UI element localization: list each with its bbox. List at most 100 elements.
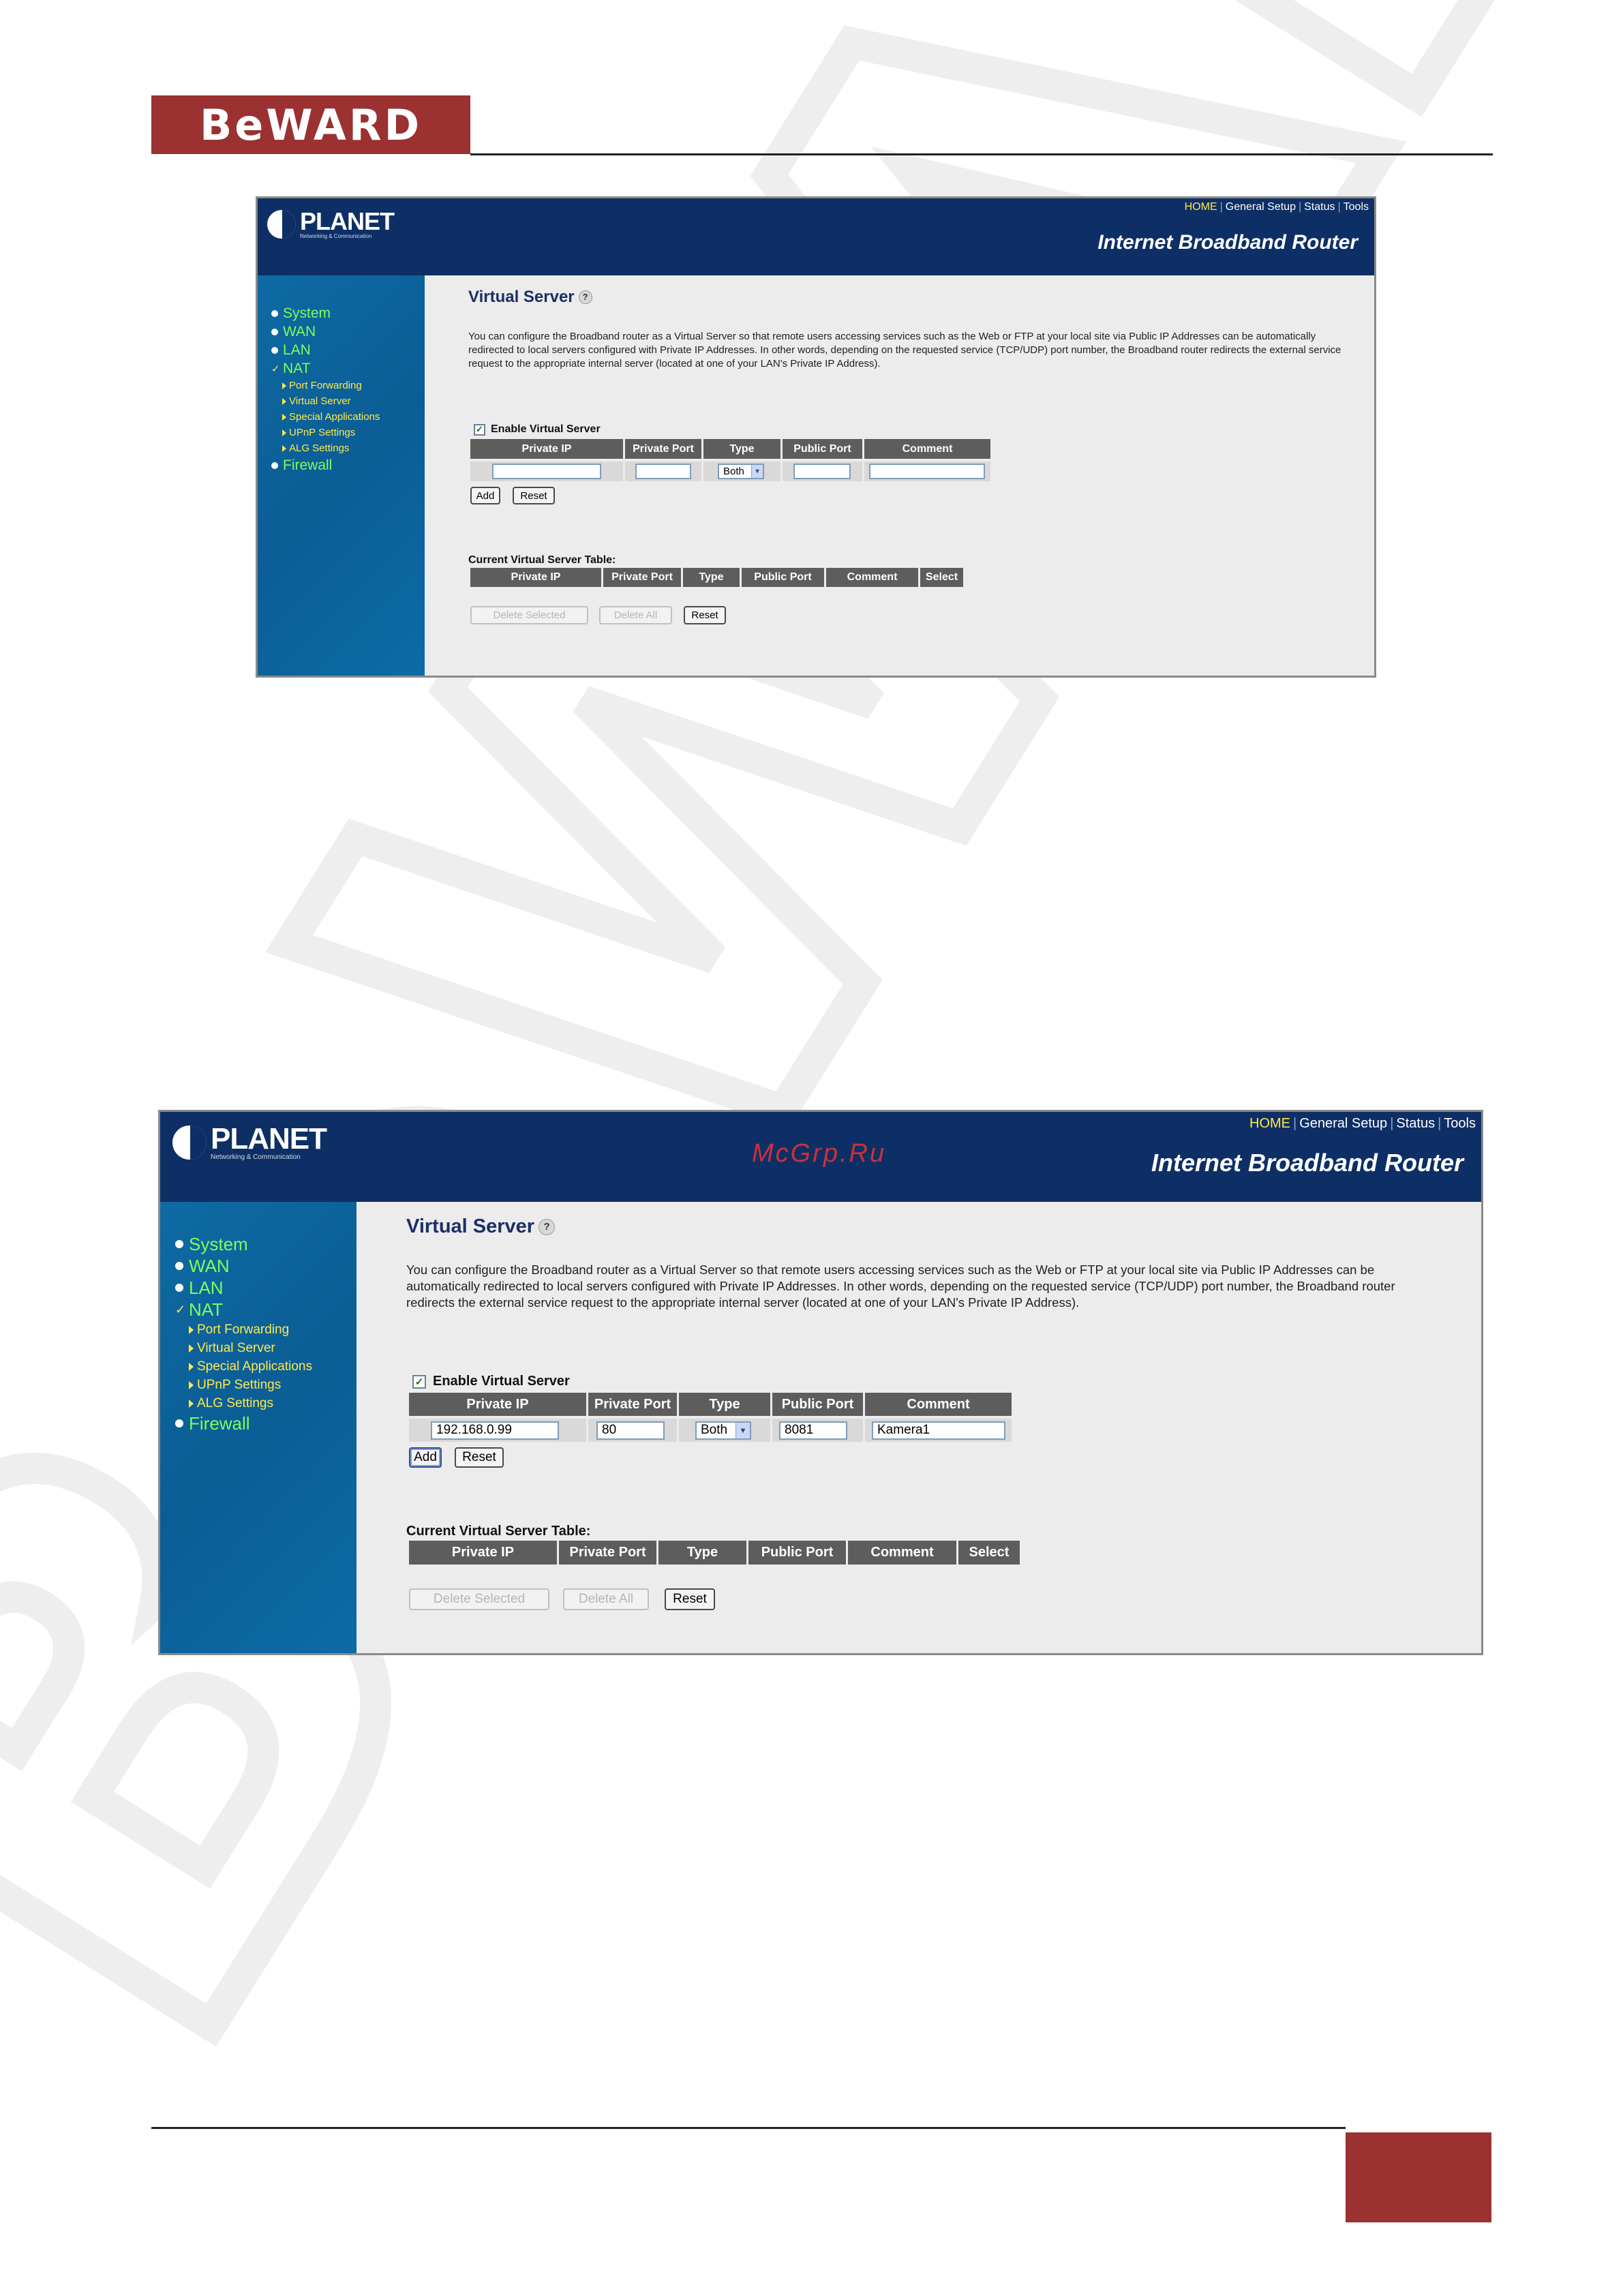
check-icon: ✓	[271, 363, 280, 375]
arrow-right-icon	[189, 1344, 194, 1353]
menu-item-special-applications-label: Special Applications	[197, 1359, 312, 1374]
delete-all-button[interactable]: Delete All	[599, 606, 672, 624]
arrow-right-icon	[189, 1362, 194, 1371]
menu-item-nat[interactable]: ✓ NAT	[175, 1299, 312, 1320]
menu-item-lan[interactable]: LAN	[271, 341, 380, 359]
add-button[interactable]: Add	[409, 1447, 442, 1468]
bullet-icon	[175, 1284, 183, 1292]
reset-table-button[interactable]: Reset	[684, 606, 726, 624]
type-select[interactable]: Both ▾	[695, 1421, 751, 1440]
menu-item-firewall[interactable]: Firewall	[271, 456, 380, 474]
check-icon: ✓	[175, 1302, 186, 1316]
menu-item-alg-settings[interactable]: ALG Settings	[271, 440, 380, 456]
enable-virtual-server-checkbox[interactable]: ✓	[474, 423, 485, 436]
form-col-comment: Comment	[864, 439, 992, 459]
bullet-icon	[271, 328, 278, 335]
menu-item-port-forwarding[interactable]: Port Forwarding	[175, 1320, 312, 1339]
current-table-label: Current Virtual Server Table:	[406, 1524, 591, 1539]
menu-item-alg-settings-label: ALG Settings	[289, 442, 350, 454]
menu-item-lan-label: LAN	[189, 1277, 224, 1298]
menu-item-virtual-server[interactable]: Virtual Server	[271, 393, 380, 409]
current-table-header: Private IP Private Port Type Public Port…	[470, 568, 963, 587]
enable-virtual-server-checkbox[interactable]: ✓	[412, 1374, 426, 1389]
header-divider	[470, 153, 1493, 155]
form-header: Private IP Private Port Type Public Port…	[409, 1393, 1014, 1416]
product-title: Internet Broadband Router	[1151, 1149, 1463, 1177]
form-row: 192.168.0.99 80 Both ▾ 8081 Kamera1	[409, 1419, 1014, 1442]
form-col-type: Type	[703, 439, 783, 459]
table-col-comment: Comment	[848, 1541, 958, 1565]
table-col-public-port: Public Port	[742, 568, 826, 587]
add-button[interactable]: Add	[470, 487, 500, 504]
top-link-status[interactable]: Status	[1304, 201, 1335, 213]
public-port-input[interactable]	[793, 464, 851, 479]
arrow-right-icon	[282, 413, 286, 421]
menu-item-special-applications-label: Special Applications	[289, 411, 380, 423]
table-col-select: Select	[920, 568, 963, 587]
menu-item-virtual-server[interactable]: Virtual Server	[175, 1339, 312, 1357]
main-content: Virtual Server ? You can configure the B…	[357, 1202, 1481, 1653]
beward-logo: BeWARD	[151, 95, 470, 154]
menu-item-upnp-settings[interactable]: UPnP Settings	[175, 1376, 312, 1394]
delete-selected-button[interactable]: Delete Selected	[470, 606, 588, 624]
top-link-general-setup[interactable]: General Setup	[1226, 201, 1296, 213]
menu-item-wan[interactable]: WAN	[175, 1255, 312, 1277]
public-port-input[interactable]: 8081	[779, 1421, 847, 1440]
menu-item-special-applications[interactable]: Special Applications	[271, 409, 380, 425]
menu-item-upnp-settings[interactable]: UPnP Settings	[271, 425, 380, 440]
top-link-tools[interactable]: Tools	[1444, 1116, 1476, 1131]
menu-item-firewall[interactable]: Firewall	[175, 1413, 312, 1434]
reset-form-button[interactable]: Reset	[455, 1447, 504, 1468]
chevron-down-icon: ▾	[735, 1422, 750, 1438]
top-link-status[interactable]: Status	[1396, 1116, 1435, 1131]
menu-item-upnp-settings-label: UPnP Settings	[289, 427, 356, 438]
help-icon[interactable]: ?	[578, 290, 592, 304]
footer-page-box	[1346, 2132, 1491, 2222]
current-table-header: Private IP Private Port Type Public Port…	[409, 1541, 1020, 1565]
type-select[interactable]: Both ▾	[718, 464, 764, 479]
private-ip-input[interactable]: 192.168.0.99	[431, 1421, 559, 1440]
type-select-value: Both	[723, 466, 744, 477]
delete-all-button[interactable]: Delete All	[563, 1588, 649, 1610]
table-col-select: Select	[958, 1541, 1020, 1565]
menu-item-firewall-label: Firewall	[189, 1413, 250, 1434]
page-title: Virtual Server ?	[468, 288, 592, 307]
arrow-right-icon	[282, 429, 286, 436]
comment-input[interactable]: Kamera1	[872, 1421, 1005, 1440]
menu-item-special-applications[interactable]: Special Applications	[175, 1357, 312, 1376]
router-header: PLANET Networking & Communication McGrp.…	[160, 1112, 1481, 1202]
router-screenshot-filled: PLANET Networking & Communication McGrp.…	[158, 1110, 1483, 1655]
reset-form-button[interactable]: Reset	[513, 487, 555, 504]
menu-item-nat-label: NAT	[283, 360, 311, 376]
menu-item-system[interactable]: System	[271, 304, 380, 322]
comment-input[interactable]	[869, 464, 985, 479]
table-col-comment: Comment	[826, 568, 920, 587]
current-table-label: Current Virtual Server Table:	[468, 554, 616, 566]
help-icon[interactable]: ?	[539, 1218, 556, 1235]
private-port-input[interactable]: 80	[596, 1421, 665, 1440]
menu-item-wan-label: WAN	[283, 323, 316, 339]
bullet-icon	[271, 309, 278, 317]
delete-selected-button[interactable]: Delete Selected	[409, 1588, 549, 1610]
private-port-input[interactable]	[635, 464, 691, 479]
form-col-private-ip: Private IP	[409, 1393, 588, 1416]
enable-virtual-server: ✓ Enable Virtual Server	[474, 423, 601, 436]
top-link-tools[interactable]: Tools	[1344, 201, 1369, 213]
table-col-private-port: Private Port	[603, 568, 683, 587]
top-link-general-setup[interactable]: General Setup	[1299, 1116, 1387, 1131]
menu-item-port-forwarding[interactable]: Port Forwarding	[271, 378, 380, 393]
top-link-home[interactable]: HOME	[1185, 201, 1217, 213]
router-header: PLANET Networking & Communication HOME | G…	[258, 198, 1374, 275]
top-link-home[interactable]: HOME	[1249, 1116, 1290, 1131]
reset-table-button[interactable]: Reset	[665, 1588, 715, 1610]
menu-item-wan[interactable]: WAN	[271, 322, 380, 341]
menu-item-upnp-settings-label: UPnP Settings	[197, 1377, 282, 1392]
menu-item-system[interactable]: System	[175, 1233, 312, 1255]
menu-item-nat[interactable]: ✓ NAT	[271, 359, 380, 378]
arrow-right-icon	[189, 1380, 194, 1389]
table-col-type: Type	[658, 1541, 748, 1565]
form-col-public-port: Public Port	[772, 1393, 865, 1416]
private-ip-input[interactable]	[492, 464, 601, 479]
menu-item-lan[interactable]: LAN	[175, 1277, 312, 1299]
menu-item-alg-settings[interactable]: ALG Settings	[175, 1394, 312, 1413]
